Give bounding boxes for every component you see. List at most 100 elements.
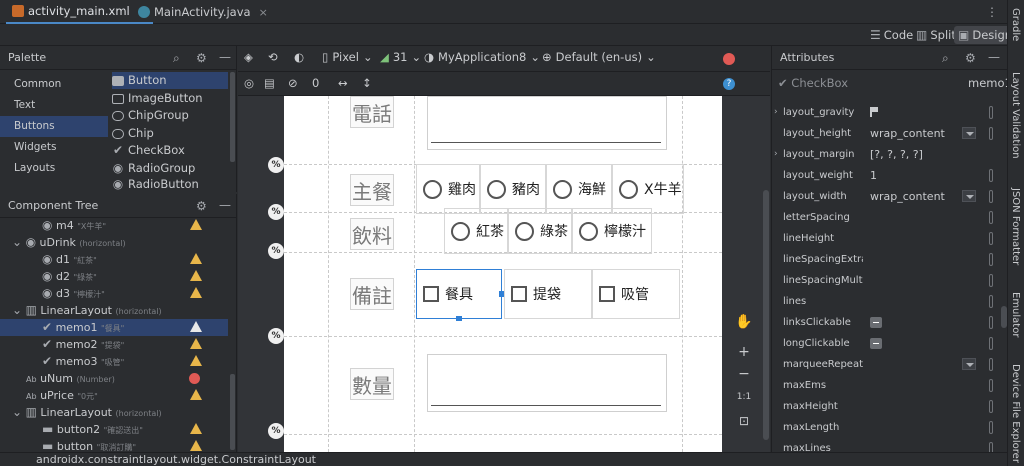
attr-row-maxems[interactable]: maxEms <box>772 375 1008 396</box>
attr-reference-button[interactable] <box>989 274 993 287</box>
sidebar-tab-layout-validation[interactable]: Layout Validation <box>1010 72 1021 159</box>
palette-category-layouts[interactable]: Layouts <box>0 158 108 179</box>
device-dropdown[interactable]: ▯ Pixel ⌄ <box>322 50 373 64</box>
tri-state-checkbox[interactable] <box>870 317 882 328</box>
attr-value[interactable]: wrap_content <box>870 186 945 207</box>
chevron-down-icon[interactable]: ⌄ <box>12 302 22 319</box>
tree-row-memo2[interactable]: ✔ memo2 "提袋" <box>0 336 228 353</box>
tree-row-d3[interactable]: ◉ d3 "檸檬汁" <box>0 285 228 302</box>
attr-reference-button[interactable] <box>989 379 993 392</box>
tab-activity-main-xml[interactable]: activity_main.xml × <box>6 0 153 24</box>
attr-reference-button[interactable] <box>989 442 993 452</box>
palette-category-text[interactable]: Text <box>0 95 108 116</box>
palette-item-radiobutton[interactable]: ◉ RadioButton <box>112 177 199 191</box>
warning-icon[interactable] <box>190 440 202 451</box>
warning-icon[interactable] <box>190 355 202 366</box>
sidebar-tab-device-file-explorer[interactable]: Device File Explorer <box>1010 364 1021 463</box>
attr-row-layout-width[interactable]: layout_width wrap_content <box>772 186 1008 207</box>
attr-reference-button[interactable] <box>989 316 993 329</box>
warning-icon[interactable] <box>190 321 202 332</box>
error-icon[interactable] <box>189 373 200 384</box>
horizontal-expand-icon[interactable]: ↔ <box>338 76 348 90</box>
zoom-in-button[interactable]: + <box>730 344 758 360</box>
tree-row-linearlayout-2[interactable]: ⌄ ▥ LinearLayout (horizontal) <box>0 404 228 421</box>
pan-hand-icon[interactable]: ✋ <box>730 314 758 330</box>
tab-mainactivity-java[interactable]: MainActivity.java × <box>132 0 274 24</box>
warning-icon[interactable] <box>190 423 202 434</box>
attr-reference-button[interactable] <box>989 106 993 119</box>
percent-guideline-badge[interactable]: % <box>268 423 284 439</box>
attr-reference-button[interactable] <box>989 253 993 266</box>
radio-drink-green-tea[interactable]: 綠茶 <box>508 208 572 254</box>
device-screen-preview[interactable]: 電話 主餐 雞肉 豬肉 海鮮 X牛羊 飲料 紅茶 綠茶 檸檬汁 備註 餐具 提袋… <box>284 96 722 452</box>
zoom-actual-size-button[interactable]: 1:1 <box>730 392 758 402</box>
palette-item-chip[interactable]: Chip <box>112 125 154 142</box>
attr-reference-button[interactable] <box>989 232 993 245</box>
tree-row-m4[interactable]: ◉ m4 "X牛羊" <box>0 217 228 234</box>
attr-reference-button[interactable] <box>989 169 993 182</box>
palette-item-checkbox[interactable]: ✔ CheckBox <box>112 142 185 159</box>
orientation-icon[interactable]: ⟲ <box>268 50 278 64</box>
radio-main-chicken[interactable]: 雞肉 <box>416 164 480 214</box>
tree-row-udrink[interactable]: ⌄ ◉ uDrink (horizontal) <box>0 234 228 251</box>
attr-row-layout-margin[interactable]: › layout_margin [?, ?, ?, ?] <box>772 144 1008 165</box>
quantity-input[interactable] <box>427 354 667 412</box>
attr-row-layout-height[interactable]: layout_height wrap_content <box>772 123 1008 144</box>
attr-reference-button[interactable] <box>989 358 993 371</box>
magnet-off-icon[interactable]: ⊘ <box>288 76 298 90</box>
attr-row-lines[interactable]: lines <box>772 291 1008 312</box>
zoom-out-button[interactable]: − <box>730 366 758 382</box>
attr-reference-button[interactable] <box>989 421 993 434</box>
gear-icon[interactable]: ⚙ <box>965 51 976 65</box>
warning-icon[interactable] <box>190 219 202 230</box>
code-mode-button[interactable]: ☰ Code <box>866 26 917 44</box>
palette-item-button[interactable]: Button <box>112 72 228 89</box>
night-mode-icon[interactable]: ◐ <box>294 50 304 64</box>
tree-row-uprice[interactable]: Ab uPrice "0元" <box>0 387 228 404</box>
checkbox-memo-utensils[interactable]: 餐具 <box>416 269 502 319</box>
vertical-expand-icon[interactable]: ↕ <box>362 76 372 90</box>
warning-icon[interactable] <box>190 389 202 400</box>
split-mode-button[interactable]: ▥ Split <box>912 26 960 44</box>
minimize-icon[interactable]: — <box>219 198 231 212</box>
tree-row-button2[interactable]: ▬ button2 "確認送出" <box>0 421 228 438</box>
sidebar-tab-emulator[interactable]: Emulator <box>1010 292 1021 337</box>
warning-icon[interactable] <box>190 270 202 281</box>
zoom-fit-icon[interactable]: ⊡ <box>730 414 758 428</box>
checkbox-memo-bag[interactable]: 提袋 <box>504 269 592 319</box>
palette-item-chipgroup[interactable]: ChipGroup <box>112 107 189 124</box>
attr-value[interactable]: [?, ?, ?, ?] <box>870 144 923 165</box>
sidebar-tab-json-formatter[interactable]: JSON Formatter <box>1010 188 1021 265</box>
attr-value[interactable]: 1 <box>870 165 877 186</box>
attr-row-longclickable[interactable]: longClickable <box>772 333 1008 354</box>
sidebar-tab-gradle[interactable]: Gradle <box>1010 8 1021 41</box>
warning-icon[interactable] <box>190 287 202 298</box>
tree-row-d2[interactable]: ◉ d2 "綠茶" <box>0 268 228 285</box>
attr-row-maxheight[interactable]: maxHeight <box>772 396 1008 417</box>
warning-icon[interactable] <box>190 253 202 264</box>
tree-row-memo3[interactable]: ✔ memo3 "吸管" <box>0 353 228 370</box>
resize-handle[interactable] <box>456 316 462 321</box>
palette-item-radiogroup[interactable]: ◉ RadioGroup <box>112 160 196 177</box>
eye-icon[interactable]: ◎ <box>244 76 254 90</box>
minimize-icon[interactable]: — <box>219 50 231 64</box>
search-icon[interactable]: ⌕ <box>173 51 180 66</box>
palette-category-widgets[interactable]: Widgets <box>0 137 108 158</box>
palette-scrollbar[interactable] <box>230 72 235 162</box>
api-dropdown[interactable]: ◢ 31 ⌄ <box>380 50 421 64</box>
attr-row-maxlines[interactable]: maxLines <box>772 438 1008 452</box>
palette-category-common[interactable]: Common <box>0 74 108 95</box>
help-icon[interactable]: ? <box>723 78 735 90</box>
radio-drink-black-tea[interactable]: 紅茶 <box>444 208 508 254</box>
tree-scrollbar[interactable] <box>230 374 235 450</box>
radio-main-seafood[interactable]: 海鮮 <box>546 164 612 214</box>
tree-row-d1[interactable]: ◉ d1 "紅茶" <box>0 251 228 268</box>
percent-guideline-badge[interactable]: % <box>268 243 284 259</box>
attr-row-linespacingextra[interactable]: lineSpacingExtra <box>772 249 1008 270</box>
palette-item-imagebutton[interactable]: ImageButton <box>112 90 203 107</box>
attr-reference-button[interactable] <box>989 211 993 224</box>
locale-dropdown[interactable]: ⊕ Default (en-us) ⌄ <box>542 50 656 64</box>
theme-dropdown[interactable]: ◑ MyApplication8 ⌄ <box>424 50 540 64</box>
percent-guideline-badge[interactable]: % <box>268 328 284 344</box>
chevron-down-icon[interactable]: ⌄ <box>12 404 22 421</box>
